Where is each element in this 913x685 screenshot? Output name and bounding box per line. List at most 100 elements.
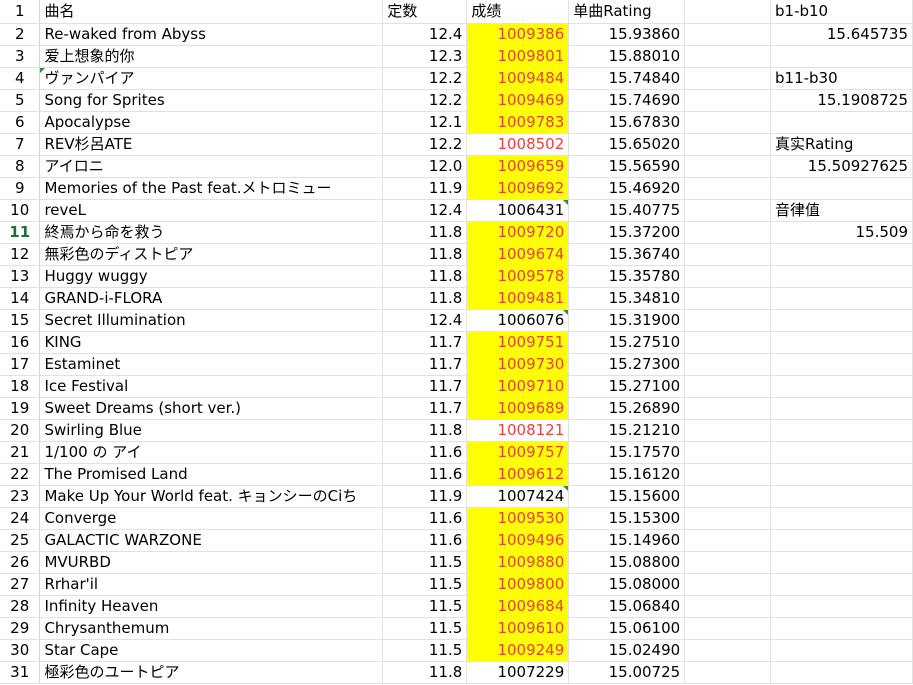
empty-cell[interactable] xyxy=(684,375,772,398)
const-cell[interactable]: 11.6 xyxy=(382,507,468,530)
score-cell[interactable]: 1009659 xyxy=(466,155,570,178)
summary-label-cell[interactable]: 真实Rating xyxy=(770,133,913,156)
header-const[interactable]: 定数 xyxy=(382,0,468,24)
empty-cell[interactable] xyxy=(770,441,913,464)
song-title-cell[interactable]: 極彩色のユートピア xyxy=(39,661,384,684)
song-title-cell[interactable]: GALACTIC WARZONE xyxy=(39,529,384,552)
empty-cell[interactable] xyxy=(684,199,772,222)
empty-cell[interactable] xyxy=(770,353,913,376)
song-title-cell[interactable]: reveL xyxy=(39,199,384,222)
score-cell[interactable]: 1009800 xyxy=(466,573,570,596)
song-title-cell[interactable]: Huggy wuggy xyxy=(39,265,384,288)
score-cell[interactable]: 1007424 xyxy=(466,485,570,508)
rating-cell[interactable]: 15.35780 xyxy=(568,265,686,288)
score-cell[interactable]: 1009484 xyxy=(466,67,570,90)
summary-label-cell[interactable]: 音律值 xyxy=(770,199,913,222)
empty-cell[interactable] xyxy=(770,529,913,552)
rating-cell[interactable]: 15.67830 xyxy=(568,111,686,134)
score-cell[interactable]: 1009674 xyxy=(466,243,570,266)
song-title-cell[interactable]: Song for Sprites xyxy=(39,89,384,112)
rating-cell[interactable]: 15.65020 xyxy=(568,133,686,156)
song-title-cell[interactable]: Re-waked from Abyss xyxy=(39,23,384,46)
empty-cell[interactable] xyxy=(684,243,772,266)
empty-cell[interactable] xyxy=(684,0,772,24)
song-title-cell[interactable]: Estaminet xyxy=(39,353,384,376)
rating-cell[interactable]: 15.93860 xyxy=(568,23,686,46)
rating-cell[interactable]: 15.26890 xyxy=(568,397,686,420)
rating-cell[interactable]: 15.17570 xyxy=(568,441,686,464)
empty-cell[interactable] xyxy=(684,419,772,442)
score-cell[interactable]: 1009880 xyxy=(466,551,570,574)
row-number[interactable]: 5 xyxy=(0,89,41,112)
row-number[interactable]: 16 xyxy=(0,331,41,354)
empty-cell[interactable] xyxy=(684,529,772,552)
song-title-cell[interactable]: 無彩色のディストピア xyxy=(39,243,384,266)
empty-cell[interactable] xyxy=(770,661,913,684)
score-cell[interactable]: 1009530 xyxy=(466,507,570,530)
const-cell[interactable]: 12.2 xyxy=(382,67,468,90)
rating-cell[interactable]: 15.27100 xyxy=(568,375,686,398)
score-cell[interactable]: 1006431 xyxy=(466,199,570,222)
const-cell[interactable]: 11.8 xyxy=(382,265,468,288)
rating-cell[interactable]: 15.14960 xyxy=(568,529,686,552)
song-title-cell[interactable]: Swirling Blue xyxy=(39,419,384,442)
score-cell[interactable]: 1007229 xyxy=(466,661,570,684)
song-title-cell[interactable]: 爱上想象的你 xyxy=(39,45,384,68)
song-title-cell[interactable]: Star Cape xyxy=(39,639,384,662)
rating-cell[interactable]: 15.27300 xyxy=(568,353,686,376)
const-cell[interactable]: 11.6 xyxy=(382,463,468,486)
rating-cell[interactable]: 15.15600 xyxy=(568,485,686,508)
song-title-cell[interactable]: Make Up Your World feat. キョンシーのCiち xyxy=(39,485,384,508)
song-title-cell[interactable]: ヴァンパイア xyxy=(39,67,384,90)
row-number[interactable]: 10 xyxy=(0,199,41,222)
row-number[interactable]: 22 xyxy=(0,463,41,486)
empty-cell[interactable] xyxy=(684,67,772,90)
song-title-cell[interactable]: Rrhar'il xyxy=(39,573,384,596)
score-cell[interactable]: 1009610 xyxy=(466,617,570,640)
song-title-cell[interactable]: Ice Festival xyxy=(39,375,384,398)
empty-cell[interactable] xyxy=(684,287,772,310)
rating-cell[interactable]: 15.02490 xyxy=(568,639,686,662)
header-score[interactable]: 成绩 xyxy=(466,0,570,24)
const-cell[interactable]: 11.8 xyxy=(382,287,468,310)
score-cell[interactable]: 1009692 xyxy=(466,177,570,200)
empty-cell[interactable] xyxy=(684,89,772,112)
const-cell[interactable]: 11.5 xyxy=(382,573,468,596)
const-cell[interactable]: 12.4 xyxy=(382,309,468,332)
empty-cell[interactable] xyxy=(770,331,913,354)
const-cell[interactable]: 11.5 xyxy=(382,617,468,640)
score-cell[interactable]: 1009689 xyxy=(466,397,570,420)
empty-cell[interactable] xyxy=(684,331,772,354)
song-title-cell[interactable]: 1/100 の アイ xyxy=(39,441,384,464)
empty-cell[interactable] xyxy=(684,551,772,574)
score-cell[interactable]: 1009684 xyxy=(466,595,570,618)
row-number[interactable]: 11 xyxy=(0,221,41,244)
const-cell[interactable]: 12.1 xyxy=(382,111,468,134)
empty-cell[interactable] xyxy=(770,287,913,310)
score-cell[interactable]: 1009578 xyxy=(466,265,570,288)
empty-cell[interactable] xyxy=(770,595,913,618)
song-title-cell[interactable]: Sweet Dreams (short ver.) xyxy=(39,397,384,420)
const-cell[interactable]: 11.6 xyxy=(382,441,468,464)
score-cell[interactable]: 1009386 xyxy=(466,23,570,46)
score-cell[interactable]: 1008121 xyxy=(466,419,570,442)
empty-cell[interactable] xyxy=(684,485,772,508)
const-cell[interactable]: 11.8 xyxy=(382,221,468,244)
score-cell[interactable]: 1009720 xyxy=(466,221,570,244)
song-title-cell[interactable]: REV杉呂ATE xyxy=(39,133,384,156)
score-cell[interactable]: 1009757 xyxy=(466,441,570,464)
rating-cell[interactable]: 15.74690 xyxy=(568,89,686,112)
const-cell[interactable]: 11.7 xyxy=(382,331,468,354)
empty-cell[interactable] xyxy=(770,551,913,574)
rating-cell[interactable]: 15.06840 xyxy=(568,595,686,618)
song-title-cell[interactable]: Converge xyxy=(39,507,384,530)
rating-cell[interactable]: 15.40775 xyxy=(568,199,686,222)
song-title-cell[interactable]: Infinity Heaven xyxy=(39,595,384,618)
empty-cell[interactable] xyxy=(770,485,913,508)
empty-cell[interactable] xyxy=(684,639,772,662)
row-number[interactable]: 2 xyxy=(0,23,41,46)
const-cell[interactable]: 12.4 xyxy=(382,23,468,46)
rating-cell[interactable]: 15.56590 xyxy=(568,155,686,178)
score-cell[interactable]: 1009612 xyxy=(466,463,570,486)
summary-value-cell[interactable]: 15.1908725 xyxy=(770,89,913,112)
